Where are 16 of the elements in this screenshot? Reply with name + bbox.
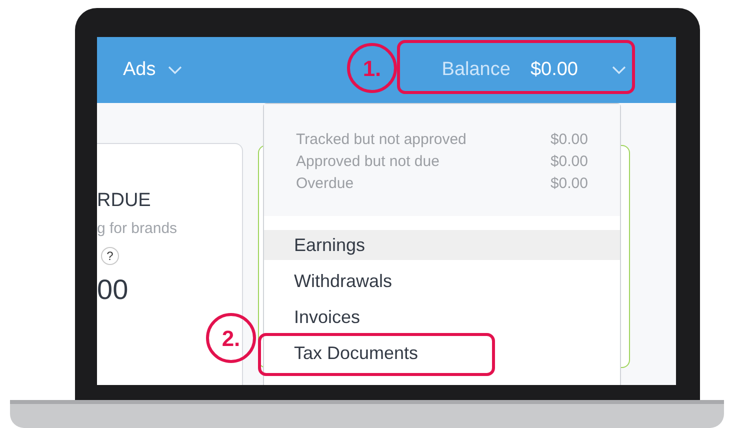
summary-value: $0.00 [550, 130, 588, 150]
help-icon[interactable]: ? [101, 246, 119, 264]
step-number: 2. [206, 313, 256, 363]
summary-value: $0.00 [550, 174, 588, 194]
summary-label: Tracked but not approved [296, 130, 466, 150]
card-amount: 00 [97, 272, 130, 306]
balance-value: $0.00 [530, 58, 578, 82]
card-title: RDUE [97, 190, 152, 212]
chevron-down-icon [168, 66, 182, 74]
balance-label: Balance [442, 58, 510, 82]
summary-value: $0.00 [550, 152, 588, 172]
summary-label: Approved but not due [296, 152, 440, 172]
summary-label: Overdue [296, 174, 354, 194]
dropdown-item[interactable]: Earnings [264, 230, 620, 260]
step-number: 1. [347, 43, 397, 93]
card-subtitle: g for brands [97, 219, 178, 239]
